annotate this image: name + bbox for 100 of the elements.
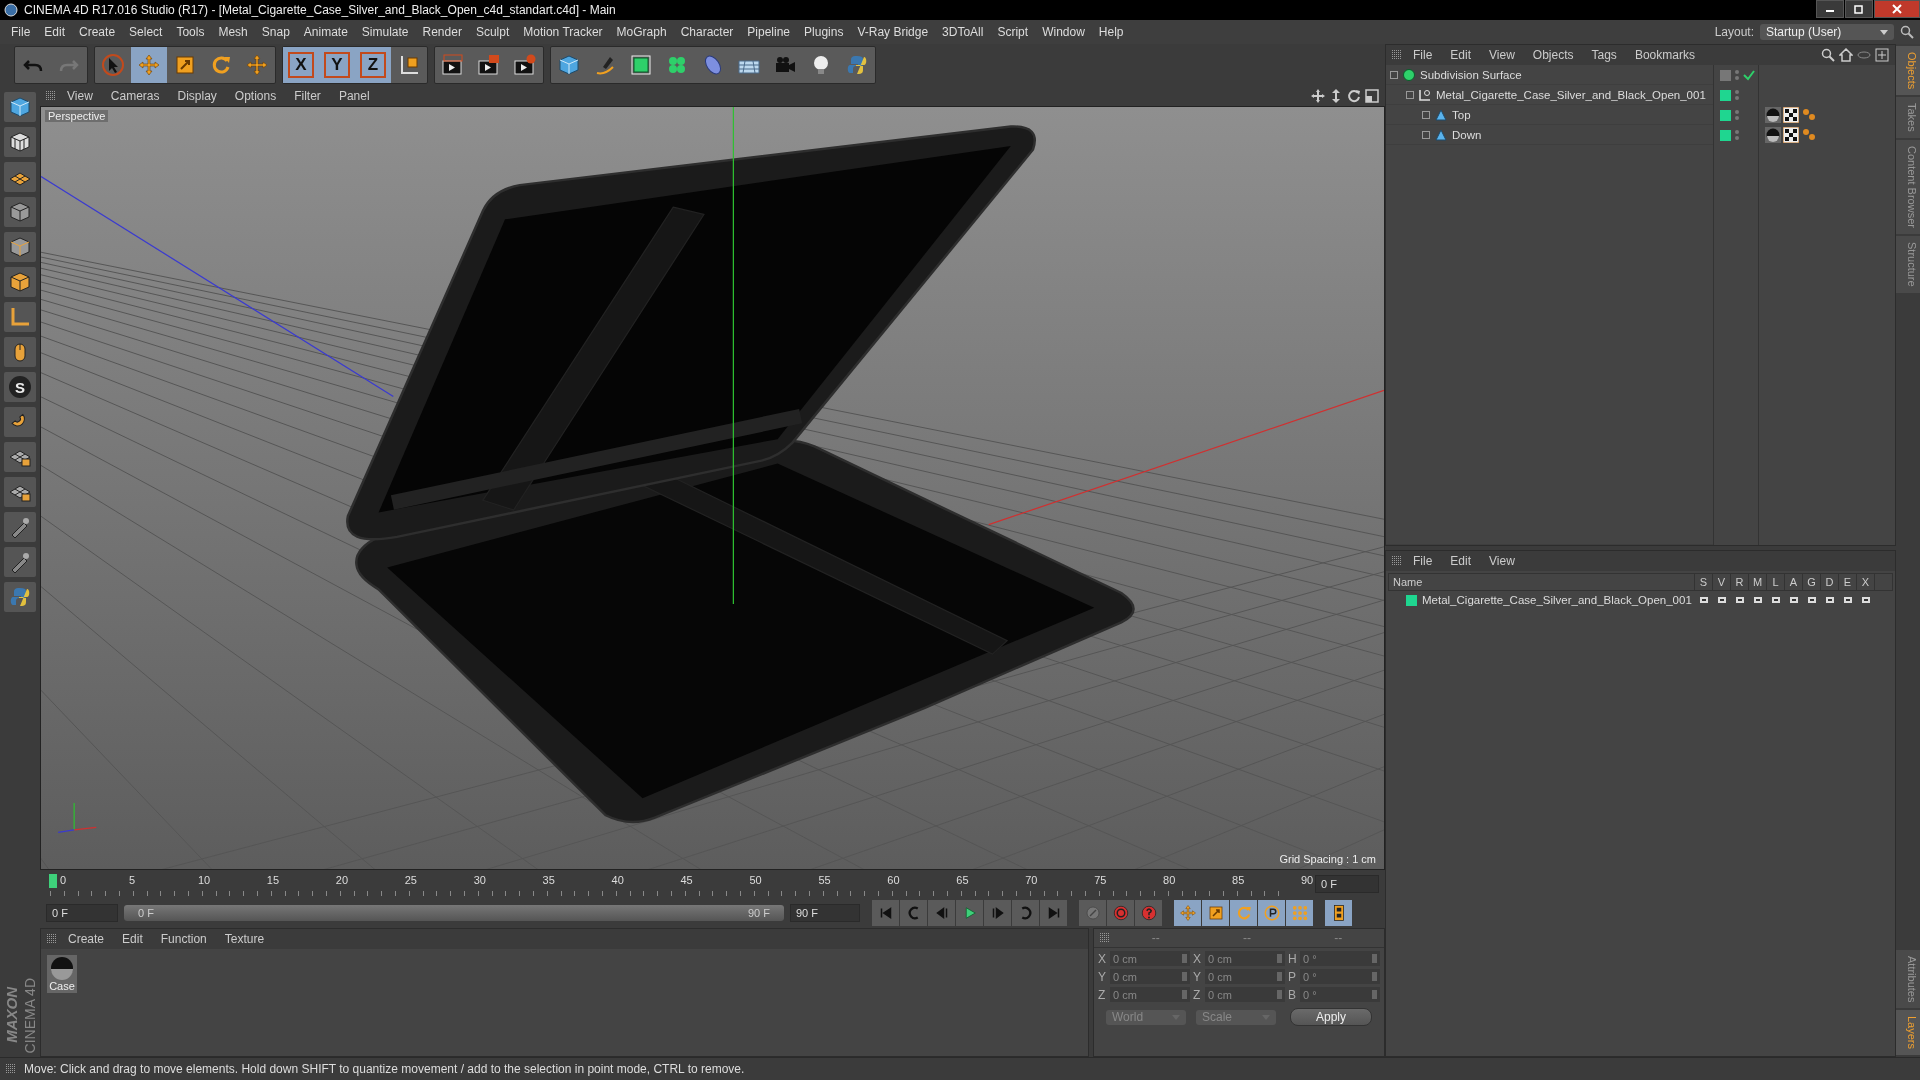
column-header[interactable]: Name [1389, 574, 1694, 590]
check-icon[interactable] [1743, 69, 1755, 81]
menu-item[interactable]: Mesh [211, 25, 255, 39]
material-menu-item[interactable]: Create [61, 932, 112, 946]
scale-icon[interactable] [173, 53, 197, 77]
layer-menu-item[interactable]: View [1482, 554, 1522, 568]
polygons-mode-icon[interactable] [8, 270, 32, 294]
selection-tag-icon[interactable] [1801, 107, 1817, 123]
python-icon[interactable] [845, 53, 869, 77]
axis-lock-button[interactable]: X [283, 47, 319, 83]
column-header[interactable]: M [1748, 574, 1766, 590]
scale-icon[interactable] [1206, 904, 1225, 922]
axis-lock-button[interactable]: Y [319, 47, 355, 83]
frame-range-slider[interactable]: 0 F 90 F [124, 905, 784, 921]
layout-dropdown[interactable]: Startup (User) [1760, 24, 1894, 40]
layer-name[interactable]: Metal_Cigarette_Case_Silver_and_Black_Open_001 [1422, 594, 1692, 606]
checker-cube-icon[interactable] [8, 130, 32, 154]
start-frame-field[interactable]: 0 F [46, 904, 118, 922]
object-menu-item[interactable]: Objects [1525, 48, 1581, 62]
viewport-menu-item[interactable]: Options [227, 89, 284, 103]
layer-swatch-icon[interactable] [1720, 129, 1731, 141]
maximize-button[interactable] [1845, 0, 1873, 18]
visibility-dots-icon[interactable] [1734, 128, 1740, 142]
search-icon[interactable] [1821, 48, 1835, 62]
layer-menu-item[interactable]: Edit [1443, 554, 1479, 568]
menu-item[interactable]: Animate [296, 25, 355, 39]
3d-viewport[interactable]: Perspective Grid Spacing : 1 cm [40, 106, 1385, 870]
render-view-icon[interactable] [441, 53, 465, 77]
viewport-menu-item[interactable]: View [60, 89, 100, 103]
material-tag-icon[interactable] [1765, 127, 1781, 143]
layer-toggle-icon[interactable] [1843, 595, 1853, 605]
viewport-menu-item[interactable]: Panel [331, 89, 377, 103]
menu-item[interactable]: Sculpt [468, 25, 517, 39]
layer-toggle-icon[interactable] [1861, 595, 1871, 605]
side-tab[interactable]: Objects [1896, 46, 1920, 96]
snap-button[interactable]: S [9, 376, 31, 398]
visibility-dots-icon[interactable] [1734, 88, 1740, 102]
visibility-dots-icon[interactable] [1734, 68, 1740, 82]
menu-item[interactable]: Render [415, 25, 469, 39]
object-name[interactable]: Metal_Cigarette_Case_Silver_and_Black_Open_001 [1436, 88, 1706, 101]
material-swatch[interactable]: Case [47, 955, 77, 993]
menu-item[interactable]: Script [990, 25, 1036, 39]
column-header[interactable]: D [1820, 574, 1838, 590]
column-header[interactable]: L [1766, 574, 1784, 590]
tree-expander-icon[interactable] [1406, 90, 1414, 99]
object-menu-item[interactable]: File [1406, 48, 1440, 62]
menu-item[interactable]: Help [1091, 25, 1131, 39]
object-menu-item[interactable]: Bookmarks [1627, 48, 1702, 62]
pan-icon[interactable] [1311, 89, 1325, 103]
menu-item[interactable]: Edit [37, 25, 73, 39]
tree-expander-icon[interactable] [1422, 110, 1430, 119]
menu-item[interactable]: Window [1035, 25, 1092, 39]
checker-tag-icon[interactable] [1783, 107, 1799, 123]
param-icon[interactable] [1262, 904, 1281, 922]
selection-tag-icon[interactable] [1801, 127, 1817, 143]
axis-lock-button[interactable]: Z [355, 47, 391, 83]
column-header[interactable]: V [1712, 574, 1730, 590]
column-header[interactable]: S [1694, 574, 1712, 590]
layer-color-swatch[interactable] [1406, 594, 1417, 606]
menu-item[interactable]: Plugins [797, 25, 851, 39]
checker-tag-icon[interactable] [1783, 127, 1799, 143]
help-icon[interactable] [1139, 904, 1158, 922]
layer-toggle-icon[interactable] [1753, 595, 1763, 605]
menu-item[interactable]: Snap [254, 25, 297, 39]
orbit-icon[interactable] [1347, 89, 1361, 103]
cube-icon[interactable] [557, 53, 581, 77]
menu-item[interactable]: Select [122, 25, 170, 39]
tree-expander-icon[interactable] [1390, 70, 1398, 79]
menu-item[interactable]: File [4, 25, 38, 39]
close-button[interactable] [1874, 0, 1920, 18]
edges-mode-icon[interactable] [8, 235, 32, 259]
layer-swatch-icon[interactable] [1720, 109, 1731, 121]
column-header[interactable]: X [1856, 574, 1874, 590]
end-frame-field[interactable]: 90 F [790, 904, 860, 922]
side-tab[interactable]: Layers [1896, 1009, 1920, 1055]
layer-toggle-icon[interactable] [1825, 595, 1835, 605]
menu-item[interactable]: Motion Tracker [516, 25, 610, 39]
layer-toggle-icon[interactable] [1807, 595, 1817, 605]
layer-toggle-icon[interactable] [1735, 595, 1745, 605]
menu-item[interactable]: Character [673, 25, 741, 39]
record-icon[interactable] [1111, 904, 1130, 922]
viewport-menu-item[interactable]: Cameras [103, 89, 167, 103]
current-frame-field[interactable]: 0 F [1315, 875, 1379, 893]
column-header[interactable]: R [1730, 574, 1748, 590]
apply-button[interactable]: Apply [1290, 1008, 1372, 1026]
layer-toggle-icon[interactable] [1771, 595, 1781, 605]
menu-item[interactable]: Create [72, 25, 123, 39]
maximize-view-icon[interactable] [1365, 89, 1379, 103]
material-menu-item[interactable]: Texture [217, 932, 272, 946]
layer-toggle-icon[interactable] [1699, 595, 1709, 605]
material-menu-item[interactable]: Edit [115, 932, 150, 946]
menu-item[interactable]: Simulate [354, 25, 416, 39]
menu-item[interactable]: V-Ray Bridge [850, 25, 936, 39]
python-icon[interactable] [8, 585, 32, 609]
layer-toggle-icon[interactable] [1717, 595, 1727, 605]
viewport-menu-item[interactable]: Filter [287, 89, 328, 103]
material-menu-item[interactable]: Function [153, 932, 214, 946]
move-arrows-icon[interactable] [245, 53, 269, 77]
home-icon[interactable] [1839, 48, 1853, 62]
object-menu-item[interactable]: View [1482, 48, 1522, 62]
